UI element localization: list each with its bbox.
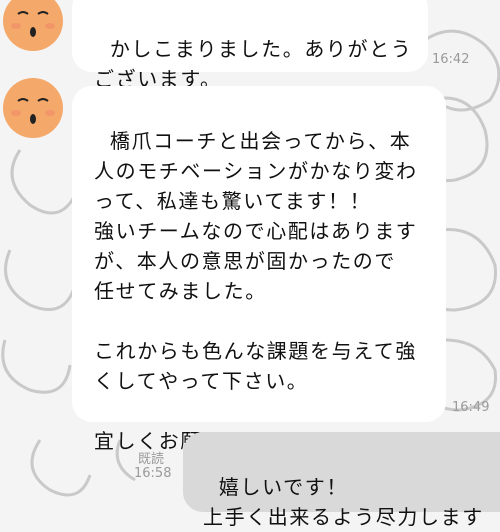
message-text: 橋爪コーチと出会ってから、本 人のモチベーションがかなり変わ って、私達も驚いて… [94,129,418,453]
message-text: 嬉しいです！ 上手く出来るよう尽力します [203,475,484,529]
message-time: 16:49 [452,400,490,415]
contact-avatar[interactable] [0,0,66,54]
incoming-message-bubble[interactable]: かしこまりました。ありがとう ございます。 [72,0,428,91]
read-receipt: 既読 [138,452,165,467]
message-time: 16:58 [134,466,172,481]
outgoing-message-bubble[interactable]: 嬉しいです！ 上手く出来るよう尽力します [183,432,500,529]
contact-avatar[interactable] [0,75,66,141]
avatar-face-icon [3,78,63,138]
message-time: 16:42 [432,52,470,67]
avatar-face-icon [3,0,63,51]
incoming-message-bubble[interactable]: 橋爪コーチと出会ってから、本 人のモチベーションがかなり変わ って、私達も驚いて… [72,86,446,453]
